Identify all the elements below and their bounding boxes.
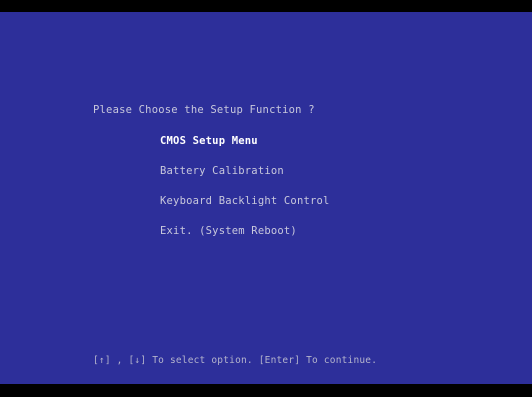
setup-function-menu: CMOS Setup Menu Battery Calibration Keyb…: [159, 134, 331, 254]
menu-item-battery-calibration[interactable]: Battery Calibration: [159, 164, 331, 179]
top-letterbox: [0, 0, 532, 12]
key-hint-footer: [↑] , [↓] To select option. [Enter] To c…: [93, 355, 378, 366]
menu-item-exit-reboot[interactable]: Exit. (System Reboot): [159, 224, 331, 239]
bios-setup-screen: Please Choose the Setup Function ? CMOS …: [0, 12, 532, 384]
menu-item-cmos-setup[interactable]: CMOS Setup Menu: [159, 134, 331, 149]
bottom-letterbox: [0, 384, 532, 397]
setup-prompt: Please Choose the Setup Function ?: [93, 104, 315, 116]
menu-item-keyboard-backlight[interactable]: Keyboard Backlight Control: [159, 194, 331, 209]
